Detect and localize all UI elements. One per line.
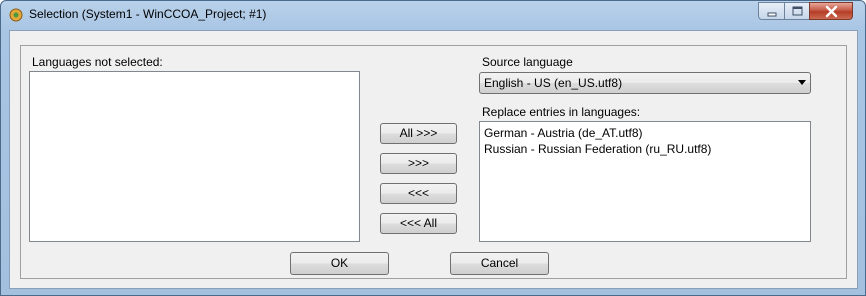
cancel-button[interactable]: Cancel	[450, 252, 549, 275]
minimize-button[interactable]	[758, 2, 785, 20]
close-button[interactable]	[809, 2, 853, 20]
languages-not-selected-label: Languages not selected:	[32, 55, 163, 69]
chevron-down-icon	[798, 80, 806, 85]
add-all-button[interactable]: All >>>	[380, 123, 457, 144]
dialog-client-area: Languages not selected: All >>> >>> <<< …	[9, 30, 858, 289]
maximize-button[interactable]	[784, 2, 810, 20]
source-language-label: Source language	[482, 55, 573, 69]
title-bar[interactable]: Selection (System1 - WinCCOA_Project; #1…	[1, 1, 865, 29]
replace-entries-label: Replace entries in languages:	[482, 105, 641, 119]
list-item[interactable]: German - Austria (de_AT.utf8)	[484, 126, 643, 140]
dialog-window: Selection (System1 - WinCCOA_Project; #1…	[0, 0, 866, 296]
source-language-select[interactable]: English - US (en_US.utf8)	[479, 72, 811, 94]
add-selected-button[interactable]: >>>	[380, 153, 457, 174]
list-item[interactable]: Russian - Russian Federation (ru_RU.utf8…	[484, 142, 711, 156]
app-icon	[9, 8, 23, 22]
replace-languages-list[interactable]: German - Austria (de_AT.utf8) Russian - …	[479, 121, 811, 242]
maximize-icon	[792, 6, 803, 16]
ok-button[interactable]: OK	[290, 252, 389, 275]
remove-selected-button[interactable]: <<<	[380, 183, 457, 204]
minimize-icon	[767, 12, 777, 17]
source-language-value: English - US (en_US.utf8)	[484, 76, 623, 90]
remove-all-button[interactable]: <<< All	[380, 213, 457, 234]
window-title: Selection (System1 - WinCCOA_Project; #1…	[29, 7, 267, 21]
close-icon	[825, 5, 838, 18]
languages-not-selected-list[interactable]	[29, 71, 360, 242]
